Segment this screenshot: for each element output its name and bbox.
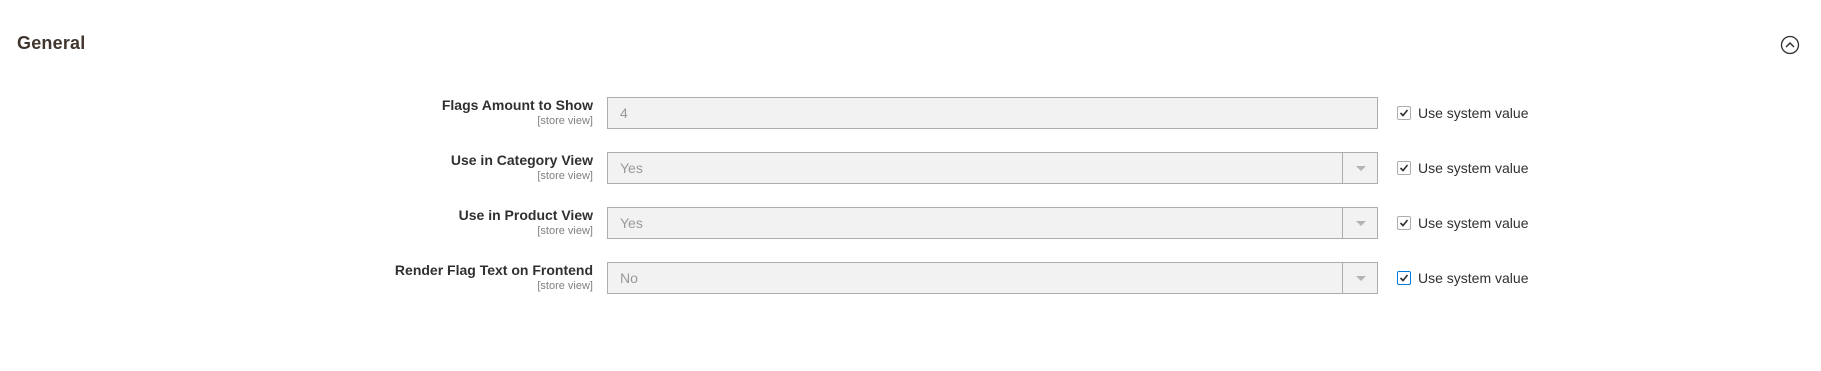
select-arrow-box: [1342, 263, 1377, 293]
use-system-value-toggle[interactable]: Use system value: [1397, 214, 1528, 232]
field-scope: [store view]: [537, 280, 593, 292]
field-label: Flags Amount to Show: [441, 97, 593, 113]
use-system-value-toggle[interactable]: Use system value: [1397, 104, 1528, 122]
field-label-group: Render Flag Text on Frontend [store view…: [395, 262, 593, 293]
use-system-value-checkbox[interactable]: [1397, 106, 1411, 120]
checkmark-icon: [1399, 219, 1409, 227]
use-system-value-checkbox[interactable]: [1397, 271, 1411, 285]
field-label: Use in Category View: [450, 152, 593, 168]
use-system-value-toggle[interactable]: Use system value: [1397, 159, 1528, 177]
select-value: Yes: [620, 160, 643, 176]
flags-amount-input[interactable]: 4: [607, 97, 1378, 129]
use-system-value-checkbox[interactable]: [1397, 216, 1411, 230]
checkmark-icon: [1399, 164, 1409, 172]
field-scope: [store view]: [537, 225, 593, 237]
render-flag-text-select[interactable]: No: [607, 262, 1378, 294]
field-label-group: Use in Product View [store view]: [459, 207, 593, 238]
field-label-group: Use in Category View [store view]: [451, 152, 593, 183]
collapse-section-button[interactable]: [1780, 35, 1800, 55]
field-row-flags-amount: Flags Amount to Show [store view] 4 Use …: [0, 97, 1821, 137]
select-value: No: [620, 270, 638, 286]
section-title: General: [17, 33, 86, 53]
checkmark-icon: [1399, 109, 1409, 117]
field-label: Use in Product View: [458, 207, 593, 223]
field-row-product-view: Use in Product View [store view] Yes Use…: [0, 207, 1821, 247]
field-label-group: Flags Amount to Show [store view]: [442, 97, 593, 128]
field-row-category-view: Use in Category View [store view] Yes Us…: [0, 152, 1821, 192]
field-row-render-flag-text: Render Flag Text on Frontend [store view…: [0, 262, 1821, 302]
dropdown-arrow-icon: [1356, 221, 1366, 226]
product-view-select[interactable]: Yes: [607, 207, 1378, 239]
chevron-up-circle-icon: [1780, 35, 1800, 55]
select-arrow-box: [1342, 153, 1377, 183]
dropdown-arrow-icon: [1356, 276, 1366, 281]
select-value: Yes: [620, 215, 643, 231]
use-system-value-label: Use system value: [1418, 105, 1529, 121]
use-system-value-label: Use system value: [1418, 160, 1529, 176]
select-arrow-box: [1342, 208, 1377, 238]
field-label: Render Flag Text on Frontend: [394, 262, 593, 278]
dropdown-arrow-icon: [1356, 166, 1366, 171]
use-system-value-checkbox[interactable]: [1397, 161, 1411, 175]
field-scope: [store view]: [537, 115, 593, 127]
use-system-value-label: Use system value: [1418, 215, 1529, 231]
checkmark-icon: [1399, 274, 1409, 282]
field-scope: [store view]: [537, 170, 593, 182]
category-view-select[interactable]: Yes: [607, 152, 1378, 184]
use-system-value-label: Use system value: [1418, 270, 1529, 286]
section-header[interactable]: General: [0, 0, 1821, 88]
use-system-value-toggle[interactable]: Use system value: [1397, 269, 1528, 287]
